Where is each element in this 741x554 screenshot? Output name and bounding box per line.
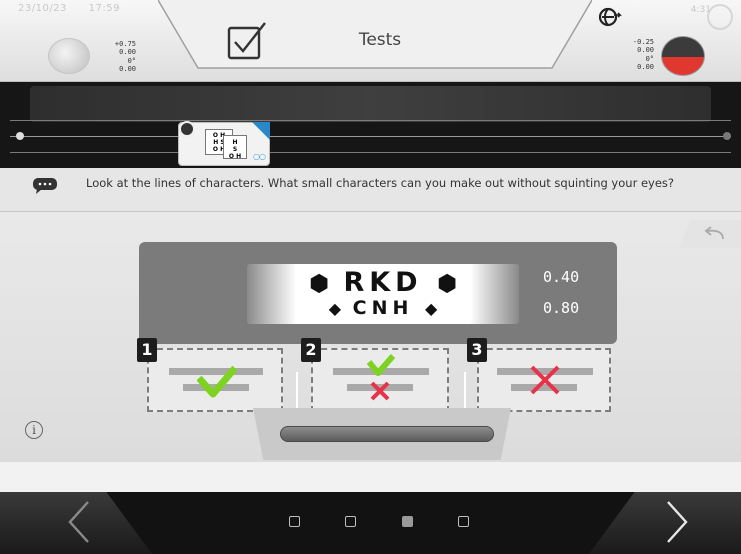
timeline-end-dot (723, 132, 731, 140)
test-timeline: O H H S O H H S O H ○○ (0, 82, 741, 168)
thumbnail-chart-card-2: H S O H (223, 135, 247, 160)
left-axis: 0° (127, 56, 136, 65)
current-test-thumbnail[interactable]: O H H S O H H S O H ○○ (178, 121, 270, 166)
right-cylinder: 0.00 (637, 46, 654, 55)
thumbnail-corner-badge (252, 122, 270, 140)
power-icon[interactable] (707, 4, 733, 30)
status-time: 17:59 (88, 3, 120, 14)
page-indicator-dot-active[interactable] (402, 516, 413, 527)
top-header: 23/10/23 17:59 4:31 +0.75 0.00 0° 0.00 T… (0, 0, 741, 82)
checkmark-icon (197, 365, 237, 398)
diamond-marker-icon: ◆ (328, 299, 341, 318)
page-indicator-dot[interactable] (458, 516, 469, 527)
divider (296, 372, 298, 410)
optotype-row-1-letters: RKD (343, 267, 423, 298)
left-add: 0.00 (119, 65, 136, 74)
left-eye-icon[interactable] (48, 38, 90, 74)
thumbnail-line: S (232, 146, 238, 153)
timeline-track (10, 136, 731, 137)
right-sphere: -0.25 (632, 38, 654, 46)
hexagon-marker-icon: ⬢ (436, 271, 458, 297)
answer-number: 2 (301, 338, 321, 362)
right-eye-prescription: -0.25 0.00 0° 0.00 (622, 38, 654, 72)
divider (464, 372, 466, 410)
cross-icon (370, 381, 390, 401)
bottom-navigation (0, 462, 741, 554)
test-area: ⬢ RKD ⬢ ◆ CNH ◆ 0.40 0.80 1 2 3 i (0, 212, 741, 462)
cross-icon (530, 365, 560, 395)
timeline-panel (30, 86, 711, 122)
chevron-right-icon[interactable] (656, 498, 696, 546)
page-indicator-dot[interactable] (289, 516, 300, 527)
optotype-row-2-letters: CNH (352, 297, 414, 319)
hexagon-marker-icon: ⬢ (308, 271, 330, 297)
left-eye-prescription: +0.75 0.00 0° 0.00 (108, 40, 136, 74)
speech-bubble-icon (33, 178, 57, 194)
right-axis: 0° (645, 54, 654, 63)
optotype-row-1: ⬢ RKD ⬢ (247, 267, 519, 298)
diamond-marker-icon: ◆ (425, 299, 438, 318)
instruction-text: Look at the lines of characters. What sm… (86, 176, 674, 190)
timeline-start-dot (16, 132, 24, 140)
page-indicator-dot[interactable] (345, 516, 356, 527)
right-add: 0.00 (637, 63, 654, 72)
timeline-line (10, 120, 731, 121)
info-icon[interactable]: i (25, 421, 43, 439)
answer-number: 1 (137, 338, 157, 362)
checkmark-icon (367, 354, 395, 376)
answer-option-3[interactable]: 3 (467, 338, 611, 412)
chart-panel: ⬢ RKD ⬢ ◆ CNH ◆ 0.40 0.80 (139, 242, 617, 344)
answer-option-1[interactable]: 1 (137, 338, 283, 412)
status-date: 23/10/23 (18, 3, 67, 14)
status-datetime: 23/10/23 17:59 (18, 3, 138, 14)
optotype-row-2: ◆ CNH ◆ (247, 297, 519, 319)
rings-icon: ○○ (253, 152, 266, 161)
tests-checkbox-icon (227, 22, 266, 60)
instruction-bar: Look at the lines of characters. What sm… (0, 168, 741, 212)
thumbnail-line: H (232, 139, 238, 146)
acuity-value-row-1: 0.40 (543, 268, 580, 286)
timeline-line (10, 152, 731, 153)
language-globe-icon[interactable] (597, 6, 623, 28)
answer-number: 3 (467, 338, 487, 362)
optotype-slide[interactable]: ⬢ RKD ⬢ ◆ CNH ◆ (247, 264, 519, 324)
acuity-value-row-2: 0.80 (543, 299, 580, 317)
page-title: Tests (358, 30, 402, 50)
left-cylinder: 0.00 (119, 48, 136, 57)
thumbnail-line: O H (228, 153, 242, 160)
warning-triangle-icon (179, 121, 195, 137)
undo-arrow-icon[interactable] (703, 225, 725, 241)
left-sphere: +0.75 (114, 40, 136, 48)
right-eye-icon[interactable] (661, 36, 705, 76)
answer-slot-handle[interactable] (280, 426, 494, 442)
answer-option-2[interactable]: 2 (301, 338, 449, 412)
chevron-left-icon[interactable] (60, 498, 100, 546)
